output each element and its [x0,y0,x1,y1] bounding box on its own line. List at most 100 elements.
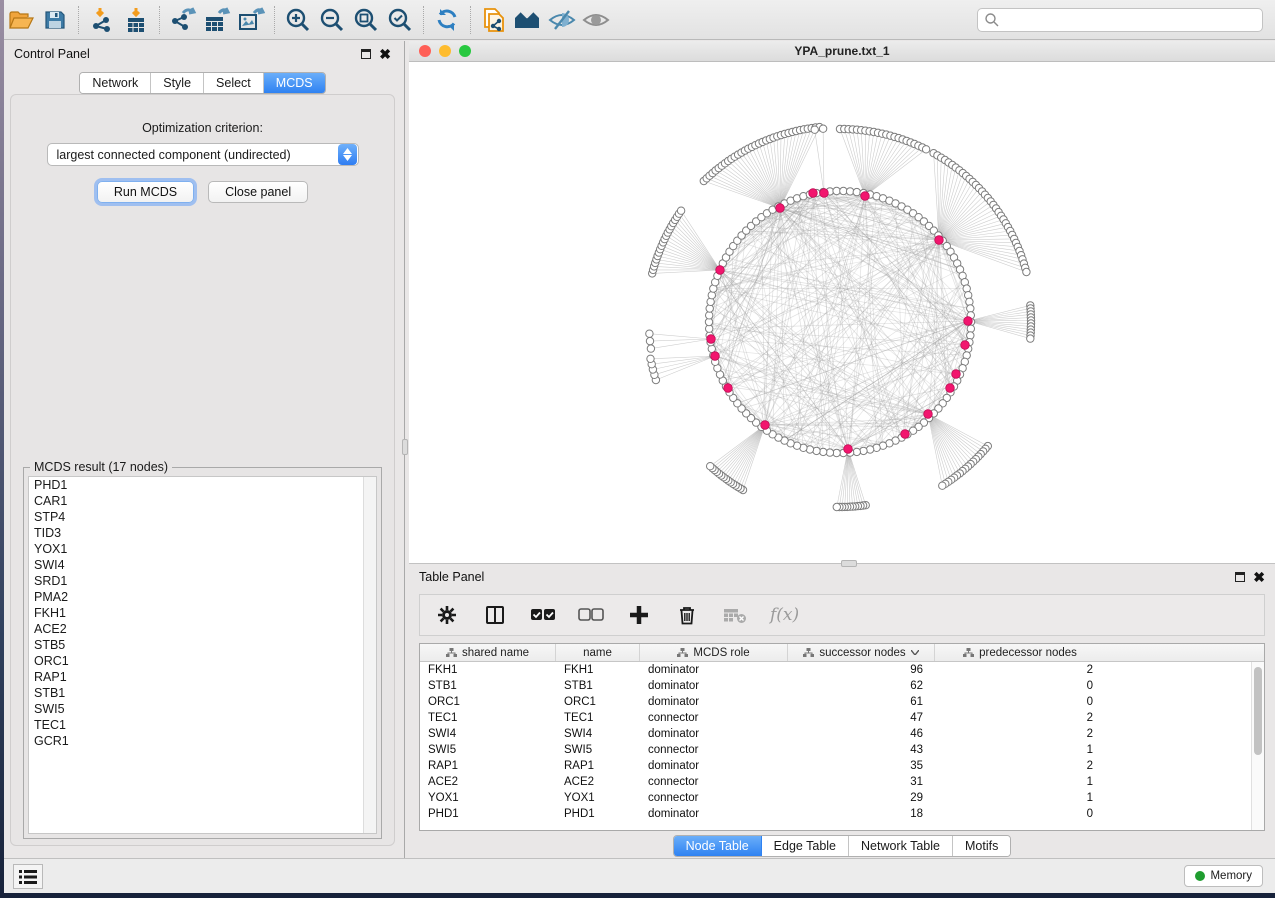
table-cell[interactable]: PHD1 [420,808,556,820]
gear-icon[interactable] [434,601,460,629]
column-header-name[interactable]: name [556,644,640,661]
list-item[interactable]: YOX1 [29,541,376,557]
table-cell[interactable]: dominator [640,664,788,676]
table-cell[interactable]: 43 [788,744,935,756]
list-item[interactable]: TID3 [29,525,376,541]
table-cell[interactable]: 2 [935,712,1105,724]
list-item[interactable]: SRD1 [29,573,376,589]
close-panel-icon[interactable]: ✖ [1253,572,1265,582]
save-session-icon[interactable] [38,5,72,35]
scrollbar-thumb[interactable] [1254,667,1262,755]
table-row[interactable]: YOX1YOX1connector291 [420,790,1264,806]
export-table-icon[interactable] [200,5,234,35]
table-row[interactable]: RAP1RAP1dominator352 [420,758,1264,774]
table-cell[interactable]: SWI4 [420,728,556,740]
list-item[interactable]: ORC1 [29,653,376,669]
table-cell[interactable]: dominator [640,760,788,772]
table-cell[interactable]: PHD1 [556,808,640,820]
list-item[interactable]: SWI4 [29,557,376,573]
task-history-button[interactable] [13,864,43,889]
tab-motifs[interactable]: Motifs [953,836,1010,856]
table-cell[interactable]: SWI5 [420,744,556,756]
vertical-splitter[interactable] [401,41,409,858]
table-cell[interactable]: YOX1 [420,792,556,804]
memory-button[interactable]: Memory [1184,865,1263,887]
table-cell[interactable]: 62 [788,680,935,692]
table-cell[interactable]: RAP1 [556,760,640,772]
table-cell[interactable]: connector [640,776,788,788]
zoom-in-icon[interactable] [281,5,315,35]
function-icon[interactable]: f(x) [770,605,799,625]
close-panel-icon[interactable]: ✖ [379,49,391,59]
close-panel-button[interactable]: Close panel [208,181,308,203]
table-cell[interactable]: 0 [935,808,1105,820]
list-item[interactable]: STB1 [29,685,376,701]
column-header-shared-name[interactable]: shared name [420,644,556,661]
list-item[interactable]: RAP1 [29,669,376,685]
result-scrollbar[interactable] [363,477,376,833]
table-cell[interactable]: FKH1 [420,664,556,676]
table-cell[interactable]: 0 [935,680,1105,692]
table-cell[interactable]: TEC1 [420,712,556,724]
search-field[interactable] [977,8,1263,32]
column-header-predecessor-nodes[interactable]: predecessor nodes [935,644,1105,661]
table-cell[interactable]: connector [640,792,788,804]
table-cell[interactable]: 2 [935,760,1105,772]
table-cell[interactable]: 1 [935,776,1105,788]
table-cell[interactable]: FKH1 [556,664,640,676]
table-cell[interactable]: 47 [788,712,935,724]
show-all-icon[interactable] [579,5,613,35]
table-row[interactable]: SWI4SWI4dominator462 [420,726,1264,742]
list-item[interactable]: FKH1 [29,605,376,621]
table-cell[interactable]: connector [640,744,788,756]
list-item[interactable]: SWI5 [29,701,376,717]
table-cell[interactable]: STB1 [420,680,556,692]
tab-network-table[interactable]: Network Table [849,836,953,856]
list-item[interactable]: GCR1 [29,733,376,749]
tab-edge-table[interactable]: Edge Table [762,836,849,856]
list-item[interactable]: CAR1 [29,493,376,509]
list-item[interactable]: PMA2 [29,589,376,605]
tab-select[interactable]: Select [204,73,264,93]
list-item[interactable]: TEC1 [29,717,376,733]
tab-network[interactable]: Network [80,73,151,93]
open-file-icon[interactable] [4,5,38,35]
table-scrollbar[interactable] [1251,662,1264,830]
table-cell[interactable]: 96 [788,664,935,676]
import-network-icon[interactable] [85,5,119,35]
table-cell[interactable]: connector [640,712,788,724]
criterion-dropdown[interactable]: largest connected component (undirected) [47,143,359,166]
export-network-icon[interactable] [166,5,200,35]
table-row[interactable]: STB1STB1dominator620 [420,678,1264,694]
table-cell[interactable]: 0 [935,696,1105,708]
table-cell[interactable]: 35 [788,760,935,772]
tab-style[interactable]: Style [151,73,204,93]
deselect-all-icon[interactable] [578,601,604,629]
table-row[interactable]: SWI5SWI5connector431 [420,742,1264,758]
table-cell[interactable]: TEC1 [556,712,640,724]
columns-icon[interactable] [482,601,508,629]
column-header-successor-nodes[interactable]: successor nodes [788,644,935,661]
table-cell[interactable]: STB1 [556,680,640,692]
zoom-fit-icon[interactable] [349,5,383,35]
table-row[interactable]: FKH1FKH1dominator962 [420,662,1264,678]
first-neighbors-icon[interactable] [511,5,545,35]
table-row[interactable]: ACE2ACE2connector311 [420,774,1264,790]
table-cell[interactable]: ACE2 [556,776,640,788]
delete-table-icon[interactable] [722,601,748,629]
mcds-result-list[interactable]: PHD1CAR1STP4TID3YOX1SWI4SRD1PMA2FKH1ACE2… [28,476,377,834]
list-item[interactable]: PHD1 [29,477,376,493]
table-cell[interactable]: ORC1 [420,696,556,708]
table-cell[interactable]: 1 [935,792,1105,804]
select-all-icon[interactable] [530,601,556,629]
zoom-selected-icon[interactable] [383,5,417,35]
float-window-icon[interactable] [361,49,371,59]
list-item[interactable]: STB5 [29,637,376,653]
table-row[interactable]: PHD1PHD1dominator180 [420,806,1264,822]
table-row[interactable]: TEC1TEC1connector472 [420,710,1264,726]
table-cell[interactable]: SWI5 [556,744,640,756]
list-item[interactable]: STP4 [29,509,376,525]
table-cell[interactable]: RAP1 [420,760,556,772]
refresh-layout-icon[interactable] [430,5,464,35]
import-table-icon[interactable] [119,5,153,35]
